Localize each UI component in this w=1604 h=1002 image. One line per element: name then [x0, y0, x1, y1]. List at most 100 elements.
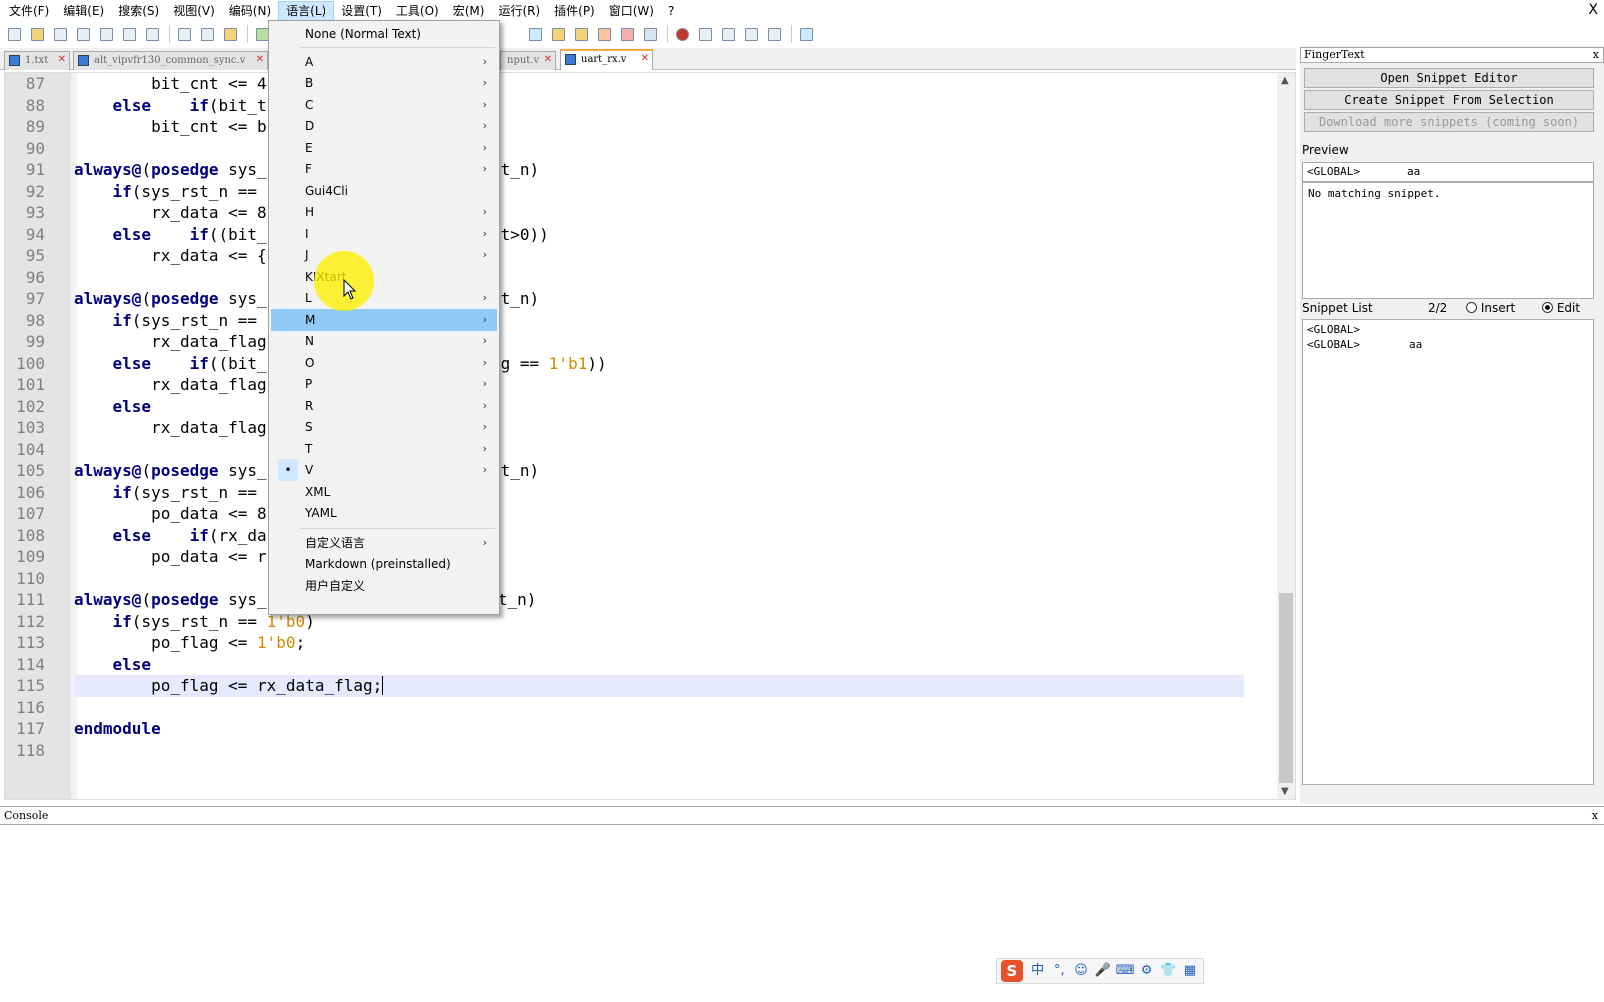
menu-item-12[interactable]: ? — [661, 1, 681, 21]
code-line[interactable]: endmodule — [74, 718, 161, 740]
list-item[interactable]: <GLOBAL> aa — [1307, 338, 1589, 353]
code-line[interactable]: bit_cnt <= b — [74, 116, 267, 138]
close-panel-icon[interactable]: x — [1593, 48, 1599, 62]
code-line[interactable]: else if(rx_da — [74, 525, 267, 547]
open-snippet-editor-button[interactable]: Open Snippet Editor — [1304, 68, 1594, 88]
code-line-tail[interactable]: ag == 1'b1)) — [491, 353, 607, 375]
close-tab-icon[interactable]: ✕ — [641, 53, 649, 64]
menu-option-18[interactable]: S › — [271, 416, 497, 438]
menu-option-14[interactable]: N › — [271, 330, 497, 352]
open-file-icon[interactable] — [27, 24, 47, 44]
code-line[interactable]: else if((bit_ — [74, 353, 267, 375]
play-macro-icon[interactable] — [718, 24, 738, 44]
scroll-down-icon[interactable]: ▼ — [1281, 786, 1289, 797]
menu-option-11[interactable]: KIXtart — [271, 266, 497, 288]
close-tab-icon[interactable]: ✕ — [544, 54, 552, 65]
settings-icon[interactable]: ⚙ — [1138, 962, 1156, 980]
insert-radio[interactable]: Insert — [1466, 301, 1515, 315]
tab-alt-vipvfr130[interactable]: alt_vipvfr130_common_sync.v ✕ — [73, 51, 268, 70]
code-line[interactable]: rx_data_flag — [74, 331, 267, 353]
code-line[interactable]: always@(posedge sys_ — [74, 460, 267, 482]
code-line[interactable]: else — [74, 396, 152, 418]
sogou-logo-icon[interactable]: S — [1001, 960, 1023, 982]
menu-item-7[interactable]: 工具(O) — [389, 1, 446, 21]
menu-option-16[interactable]: P › — [271, 373, 497, 395]
menu-item-5[interactable]: 语言(L) — [278, 1, 335, 21]
close-file-icon[interactable] — [96, 24, 116, 44]
close-tab-icon[interactable]: ✕ — [58, 54, 66, 65]
menu-option-15[interactable]: O › — [271, 352, 497, 374]
panel-toggle-icon[interactable] — [796, 24, 816, 44]
code-line[interactable]: po_data <= r — [74, 546, 267, 568]
print-icon[interactable] — [142, 24, 162, 44]
menu-option-12[interactable]: L › — [271, 287, 497, 309]
menu-option-9[interactable]: I › — [271, 223, 497, 245]
menu-option-2[interactable]: B › — [271, 72, 497, 94]
code-line[interactable]: po_data <= 8 — [74, 503, 267, 525]
record-macro-icon[interactable] — [672, 24, 692, 44]
menu-item-4[interactable]: 编码(N) — [222, 1, 278, 21]
close-tab-icon[interactable]: ✕ — [256, 54, 264, 65]
vertical-scrollbar[interactable]: ▲ ▼ — [1277, 73, 1295, 799]
tab-uart-rx-v[interactable]: uart_rx.v ✕ — [560, 49, 653, 70]
create-snippet-button[interactable]: Create Snippet From Selection — [1304, 90, 1594, 110]
code-line[interactable]: rx_data <= { — [74, 245, 267, 267]
save-icon[interactable] — [50, 24, 70, 44]
code-line[interactable]: po_flag <= 1'b0; — [74, 632, 305, 654]
menu-option-8[interactable]: H › — [271, 201, 497, 223]
doc-map-icon[interactable] — [571, 24, 591, 44]
code-line[interactable]: if(sys_rst_n == — [74, 181, 258, 203]
menu-item-3[interactable]: 视图(V) — [166, 1, 222, 21]
snippet-list[interactable]: <GLOBAL> <GLOBAL> aa — [1302, 319, 1594, 785]
menu-option-22[interactable]: YAML — [271, 502, 497, 524]
stop-macro-icon[interactable] — [695, 24, 715, 44]
code-line[interactable]: po_flag <= rx_data_flag; — [74, 675, 1244, 697]
tab-1-txt[interactable]: 1.txt ✕ — [4, 51, 70, 70]
menu-option-21[interactable]: XML — [271, 481, 497, 503]
word-wrap-icon[interactable] — [548, 24, 568, 44]
keyboard-icon[interactable]: ⌨ — [1116, 962, 1135, 980]
scrollbar-thumb[interactable] — [1279, 593, 1293, 783]
folder-workspace-icon[interactable] — [617, 24, 637, 44]
menu-option-7[interactable]: Gui4Cli — [271, 180, 497, 202]
menu-option-25[interactable]: 用户自定义 — [271, 575, 497, 597]
close-all-icon[interactable] — [119, 24, 139, 44]
code-line[interactable]: always@(posedge sys_ — [74, 288, 267, 310]
code-editor[interactable]: 87 88 89 90 91 92 93 94 95 96 97 98 99 100 101 102 103 10… — [4, 72, 1296, 800]
paste-icon[interactable] — [220, 24, 240, 44]
monitor-icon[interactable] — [640, 24, 660, 44]
save-macro-icon[interactable] — [764, 24, 784, 44]
menu-item-0[interactable]: 文件(F) — [2, 1, 56, 21]
menu-option-10[interactable]: J › — [271, 244, 497, 266]
close-console-icon[interactable]: x — [1592, 807, 1598, 824]
cut-icon[interactable] — [174, 24, 194, 44]
menu-item-8[interactable]: 宏(M) — [446, 1, 492, 21]
run-macro-multiple-icon[interactable] — [741, 24, 761, 44]
new-file-icon[interactable] — [4, 24, 24, 44]
menu-option-17[interactable]: R › — [271, 395, 497, 417]
code-line[interactable]: rx_data_flag — [74, 374, 267, 396]
code-line[interactable]: rx_data <= 8 — [74, 202, 267, 224]
menu-option-3[interactable]: C › — [271, 94, 497, 116]
code-line[interactable]: always@(posedge sys_ — [74, 159, 267, 181]
code-line[interactable]: else if((bit_ — [74, 224, 267, 246]
chinese-mode-icon[interactable]: 中 — [1029, 962, 1047, 980]
indent-guide-icon[interactable] — [525, 24, 545, 44]
list-item[interactable]: <GLOBAL> — [1307, 323, 1589, 338]
skin-shirt-icon[interactable]: 👕 — [1159, 962, 1177, 980]
code-line[interactable]: if(sys_rst_n == — [74, 310, 258, 332]
code-line[interactable]: bit_cnt <= 4 — [74, 73, 267, 95]
radio-checked-icon[interactable] — [1542, 302, 1553, 313]
menu-item-6[interactable]: 设置(T) — [334, 1, 389, 21]
menu-option-0[interactable]: None (Normal Text) — [271, 23, 497, 45]
copy-icon[interactable] — [197, 24, 217, 44]
menu-item-2[interactable]: 搜索(S) — [111, 1, 166, 21]
menu-option-6[interactable]: F › — [271, 158, 497, 180]
menu-item-10[interactable]: 插件(P) — [547, 1, 602, 21]
menu-option-19[interactable]: T › — [271, 438, 497, 460]
save-all-icon[interactable] — [73, 24, 93, 44]
edit-radio[interactable]: Edit — [1542, 301, 1580, 315]
emoji-icon[interactable]: ☺ — [1072, 962, 1090, 980]
menu-option-24[interactable]: Markdown (preinstalled) — [271, 553, 497, 575]
function-list-icon[interactable] — [594, 24, 614, 44]
